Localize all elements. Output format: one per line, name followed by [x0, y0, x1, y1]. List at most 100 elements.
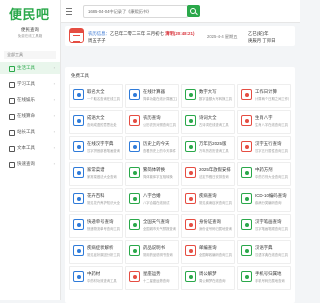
tool-icon [129, 271, 140, 282]
tool-card[interactable]: 花卉百科 常见花卉养护知识大全 [69, 188, 123, 212]
tool-title: 手机号归属地 [255, 271, 282, 276]
tool-icon [241, 167, 252, 178]
tool-description: 全国城市天气预报查询 [143, 227, 176, 231]
tool-icon [129, 115, 140, 126]
tool-card[interactable]: 手机号归属地 手机号码归属地查询 [237, 266, 291, 290]
tool-description: 中药方剂大全查询工具 [255, 175, 288, 179]
tool-icon [73, 167, 84, 178]
chevron-right-icon: › [53, 129, 55, 134]
tool-card[interactable]: 生肖八字 生肖八字在线查询工具 [237, 110, 291, 134]
tool-description: 简单功能在线计算器工具 [143, 97, 177, 101]
tool-title: 疾病查询 [199, 193, 217, 198]
search-input[interactable]: 1685-04-04中记录了《康熙历书》 [83, 5, 188, 18]
tool-description: 中药材功效查询工具 [87, 279, 117, 283]
tool-card[interactable]: 疾病查询常见疾病症状查询工具 [181, 188, 235, 212]
tool-card[interactable]: 周公解梦 周公解梦在线查询 [181, 266, 235, 290]
site-subtitle: 免费在线工具箱 [17, 34, 43, 38]
chevron-right-icon: › [53, 161, 55, 166]
tool-title: 取名大全 [87, 89, 105, 94]
site-logo[interactable]: 便民吧 [9, 4, 50, 23]
tool-title: 快递单号查询 [87, 219, 114, 224]
tool-card[interactable]: 2025年放假安排 法定节假日安排查询 [181, 162, 235, 186]
tool-title: 在线汉字字典 [87, 141, 114, 146]
month-day-ganzhi: 庚辰月 丁卯日 [248, 38, 276, 43]
tool-card[interactable]: 诗词大全 古诗词在线查询工具 [181, 110, 235, 134]
sidebar-item-label: 在线娱乐 [17, 97, 35, 102]
sidebar: 便民吧 便民查询 免费在线工具箱 全部工具 生活工具 › 学习工具 › 在线娱乐 › 在线算… [0, 0, 61, 300]
calendar-info-card: 农历信息：乙巳年二零二三年 三月初七 清明(20:48:21) 周五子子 202… [65, 26, 295, 46]
tool-icon [241, 193, 252, 204]
tool-title: 在线计算器 [143, 89, 165, 94]
tool-card[interactable]: 星座运势 十二星座运势查询 [125, 266, 179, 290]
tool-card[interactable]: 家常菜谱 家常菜做法大全查询 [69, 162, 123, 186]
sidebar-item-label: 站长工具 [17, 129, 35, 134]
sidebar-item[interactable]: 在线娱乐 › [0, 94, 60, 106]
nav-heading: 全部工具 [4, 51, 56, 59]
tool-description: 一个取名查询在线工具 [87, 97, 120, 101]
tool-description: 常见疾病症状查询工具 [199, 201, 232, 205]
tool-icon [185, 115, 196, 126]
sidebar-item-label: 生活工具 [17, 65, 35, 70]
tool-description: 计算两个日期之间工作日 [255, 97, 289, 101]
tool-card[interactable]: 农历查询 公历农历对照查询工具 [125, 110, 179, 134]
tool-card[interactable]: 药品说明书 常用药品说明书查询 [125, 240, 179, 264]
menu-icon[interactable] [66, 8, 72, 15]
tool-card[interactable]: 成语大全 查询成语的意思出处 [69, 110, 123, 134]
star-icon [9, 114, 15, 120]
tool-card[interactable]: 身份证查询 身份证号码归属地查询 [181, 214, 235, 238]
tool-icon [129, 167, 140, 178]
tool-card[interactable]: 全国天气查询全国城市天气预报查询 [125, 214, 179, 238]
code-icon [9, 130, 15, 136]
tool-card[interactable]: 八字合婚 八字合婚在线测试 [125, 188, 179, 212]
tool-card[interactable]: ICD-10编码查询 疾病分类编码查询 [237, 188, 291, 212]
sidebar-item[interactable]: 生活工具 › [0, 62, 60, 74]
tool-card[interactable]: 汉字五行查询 汉字五行属性查询工具 [237, 136, 291, 160]
tool-icon [241, 219, 252, 230]
sidebar-item-label: 快速查询 [17, 161, 35, 166]
tool-card[interactable]: 在线计算器简单功能在线计算器工具 [125, 84, 179, 108]
search-icon [190, 7, 196, 14]
tool-card[interactable]: 邮编查询 全国邮政编码查询工具 [181, 240, 235, 264]
tool-card[interactable]: 万年历2025版 万年历农历查询工具 [181, 136, 235, 160]
tool-description: 公历农历对照查询工具 [143, 123, 176, 127]
tool-description: 十二星座运势查询 [143, 279, 170, 283]
tool-icon [241, 271, 252, 282]
tool-card[interactable]: 汉字笔画查询 汉字笔画笔顺查询工具 [237, 214, 291, 238]
tool-icon [241, 89, 252, 100]
sidebar-item[interactable]: 学习工具 › [0, 78, 60, 90]
tool-icon [241, 115, 252, 126]
tool-icon [241, 141, 252, 152]
tool-icon [129, 89, 140, 100]
search-button[interactable] [187, 5, 200, 17]
tool-card[interactable]: 快递单号查询 快递物流单号查询工具 [69, 214, 123, 238]
tool-description: 法定节假日安排查询 [199, 175, 229, 179]
tool-card[interactable]: 中药方剂 中药方剂大全查询工具 [237, 162, 291, 186]
tool-title: 中药材 [87, 271, 101, 276]
sidebar-item[interactable]: 文本工具 › [0, 142, 60, 154]
tool-card[interactable]: 数字大写 数字金额大写转换工具 [181, 84, 235, 108]
tool-card[interactable]: 中药材中药材功效查询工具 [69, 266, 123, 290]
tool-icon [241, 245, 252, 256]
tool-description: 古诗词在线查询工具 [199, 123, 229, 127]
sidebar-item[interactable]: 快速查询 › [0, 158, 60, 170]
tool-description: 简体繁体字互相转换 [143, 175, 173, 179]
tool-description: 常见症状原因分析工具 [87, 253, 120, 257]
tool-title: 全国天气查询 [143, 219, 170, 224]
chevron-right-icon: › [53, 145, 55, 150]
sidebar-item[interactable]: 站长工具 › [0, 126, 60, 138]
tool-card[interactable]: 工作日计算 计算两个日期之间工作日 [237, 84, 291, 108]
tool-description: 手机号码归属地查询 [255, 279, 285, 283]
tool-icon [185, 167, 196, 178]
sidebar-item-label: 在线算命 [17, 113, 35, 118]
tool-title: 身份证查询 [199, 219, 221, 224]
tool-icon [73, 219, 84, 230]
tool-card[interactable]: 取名大全一个取名查询在线工具 [69, 84, 123, 108]
tool-card[interactable]: 在线汉字字典 汉字拼音部首笔画查询 [69, 136, 123, 160]
tool-card[interactable]: 疾病症状解析常见症状原因分析工具 [69, 240, 123, 264]
tool-card[interactable]: 汉语字典 汉语字典在线查询工具 [237, 240, 291, 264]
sidebar-item[interactable]: 在线算命 › [0, 110, 60, 122]
tool-card[interactable]: 繁简体转换 简体繁体字互相转换 [125, 162, 179, 186]
tool-title: 疾病症状解析 [87, 245, 114, 250]
tool-card[interactable]: 历史上的今天 查看历史上的今天事件 [125, 136, 179, 160]
text-icon [9, 146, 15, 152]
